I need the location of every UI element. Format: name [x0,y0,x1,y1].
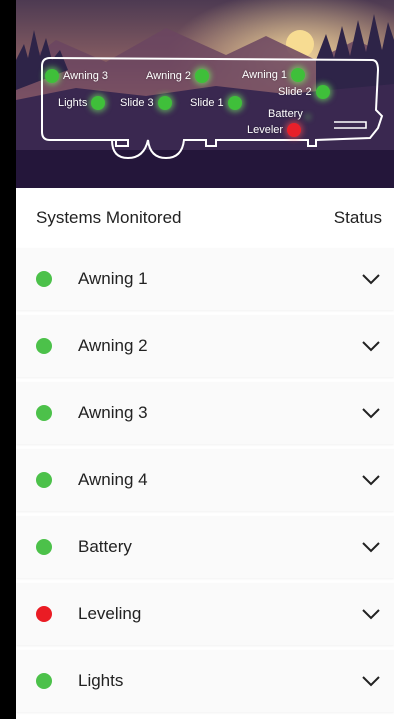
status-dot [36,405,52,421]
marker-lights[interactable]: Lights [58,96,106,110]
list-header: Systems Monitored Status [16,188,394,248]
system-name: Leveling [78,604,142,623]
app-screen: Awning 3 Awning 2 Awning 1 Slide 2 Light… [16,0,394,719]
status-led [45,69,59,83]
status-dot [36,539,52,555]
status-dot [36,606,52,622]
systems-monitored-heading: Systems Monitored [36,208,182,227]
chevron-down-icon[interactable] [360,469,382,491]
chevron-down-icon[interactable] [360,335,382,357]
status-led [291,68,306,82]
marker-label: Awning 1 [242,69,288,81]
system-name: Awning 4 [78,470,148,489]
status-led [157,96,172,110]
system-row-leveling[interactable]: Leveling [16,583,394,645]
marker-slide-3[interactable]: Slide 3 [120,96,172,110]
status-dot [36,673,52,689]
marker-label: Leveler [247,124,284,136]
system-name: Lights [78,671,124,690]
marker-awning-1[interactable]: Awning 1 [242,68,306,82]
marker-awning-3[interactable]: Awning 3 [45,69,108,83]
chevron-down-icon[interactable] [360,402,382,424]
marker-label: Lights [58,97,88,109]
system-name: Awning 3 [78,403,148,422]
status-dot [36,472,52,488]
system-name: Awning 1 [78,269,148,288]
systems-list: Awning 1 Awning 2 Awning 3 Awning 4 Batt… [16,248,394,717]
marker-label: Slide 3 [120,97,154,109]
status-led [195,69,210,83]
chevron-down-icon[interactable] [360,603,382,625]
system-row-awning-2[interactable]: Awning 2 [16,315,394,377]
system-name: Awning 2 [78,336,148,355]
marker-slide-2[interactable]: Slide 2 [278,85,330,99]
system-row-awning-4[interactable]: Awning 4 [16,449,394,511]
marker-label: Awning 3 [63,70,109,82]
marker-leveler[interactable]: Leveler [247,123,302,137]
status-led [91,96,106,110]
rv-overview-banner: Awning 3 Awning 2 Awning 1 Slide 2 Light… [16,0,394,188]
chevron-down-icon[interactable] [360,268,382,290]
rv-illustration [16,0,394,188]
marker-slide-1[interactable]: Slide 1 [190,96,242,110]
marker-label: Awning 2 [146,70,192,82]
status-led [287,123,302,137]
status-led [315,85,330,99]
system-row-awning-1[interactable]: Awning 1 [16,248,394,310]
marker-label: Battery [268,108,303,120]
status-led [227,96,242,110]
marker-battery[interactable]: Battery [268,108,303,120]
system-row-battery[interactable]: Battery [16,516,394,578]
status-heading: Status [333,208,382,227]
marker-awning-2[interactable]: Awning 2 [146,69,210,83]
status-dot [36,338,52,354]
system-name: Battery [78,537,132,556]
marker-label: Slide 1 [190,97,224,109]
system-row-awning-3[interactable]: Awning 3 [16,382,394,444]
chevron-down-icon[interactable] [360,670,382,692]
system-row-lights[interactable]: Lights [16,650,394,712]
status-dot [36,271,52,287]
chevron-down-icon[interactable] [360,536,382,558]
marker-label: Slide 2 [278,86,312,98]
